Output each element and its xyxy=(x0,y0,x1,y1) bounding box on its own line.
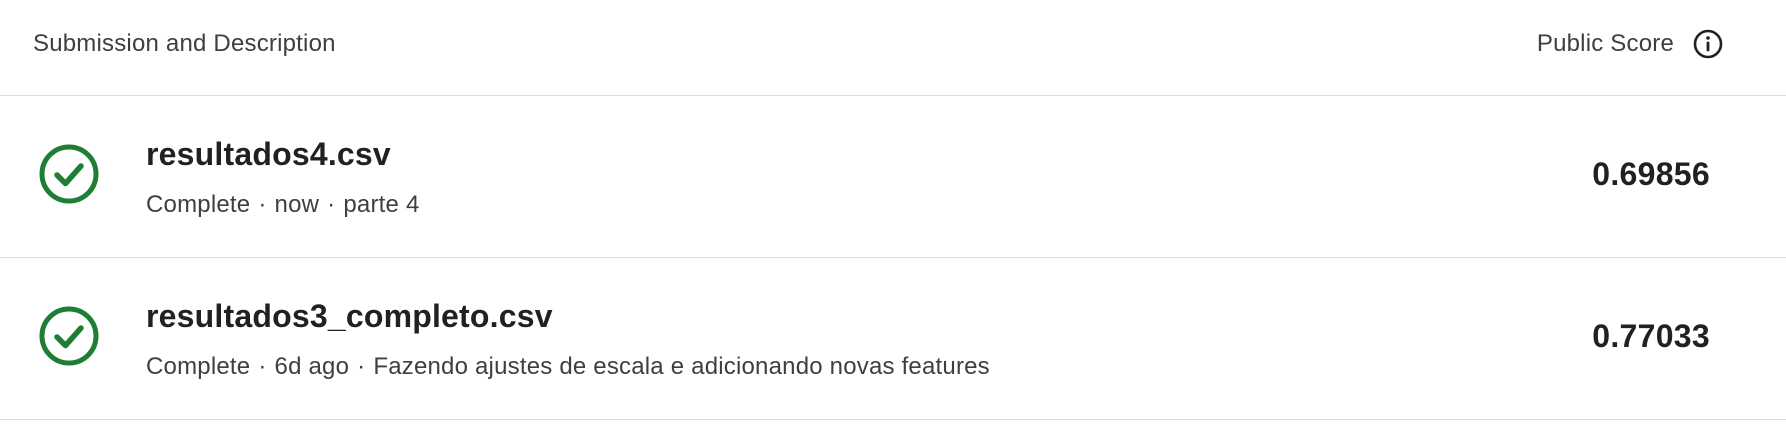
meta-separator: · xyxy=(327,191,336,218)
table-header: Submission and Description Public Score xyxy=(0,0,1786,96)
meta-separator: · xyxy=(258,353,267,380)
submission-description-column-header: Submission and Description xyxy=(33,30,336,57)
submission-file-name[interactable]: resultados3_completo.csv xyxy=(146,298,553,335)
submission-description: Fazendo ajustes de escala e adicionando … xyxy=(373,353,990,380)
submission-status: Complete xyxy=(146,353,251,380)
submission-status: Complete xyxy=(146,191,251,218)
submission-file-name[interactable]: resultados4.csv xyxy=(146,136,391,173)
public-score-label: Public Score xyxy=(1536,30,1674,57)
table-row[interactable]: resultados4.csv Complete · now · parte 4 0.6… xyxy=(0,96,1786,258)
table-row[interactable]: resultados3_completo.csv Complete · 6d ago… xyxy=(0,258,1786,420)
public-score-value: 0.77033 xyxy=(1592,318,1710,354)
submission-meta: Complete · now · parte 4 xyxy=(146,191,420,219)
meta-separator: · xyxy=(357,353,366,380)
info-icon[interactable] xyxy=(1692,28,1724,60)
meta-separator: · xyxy=(258,191,267,218)
submission-description: parte 4 xyxy=(343,191,420,218)
submission-time: now xyxy=(274,191,320,218)
submission-meta: Complete · 6d ago · Fazendo ajustes de escal… xyxy=(146,353,990,381)
public-score-column-header: Public Score xyxy=(1537,28,1724,60)
submission-time: 6d ago xyxy=(274,353,350,380)
check-circle-icon xyxy=(38,143,100,205)
check-circle-icon xyxy=(38,305,100,367)
submissions-table: Submission and Description Public Score … xyxy=(0,0,1786,424)
public-score-value: 0.69856 xyxy=(1592,156,1710,192)
